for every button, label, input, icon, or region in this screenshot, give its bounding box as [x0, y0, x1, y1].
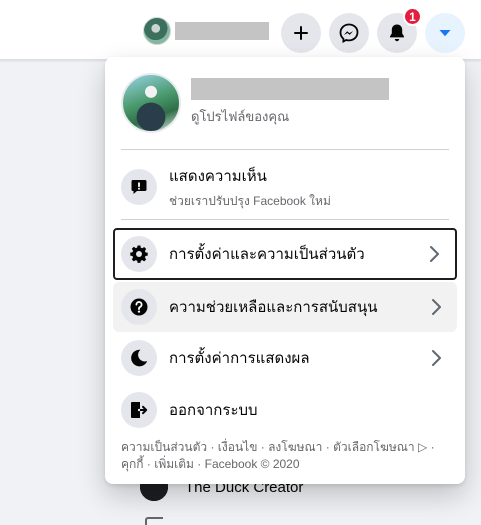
bell-icon	[390, 24, 404, 42]
logout-item[interactable]: ออกจากระบบ	[113, 385, 457, 435]
help-support-label: ความช่วยเหลือและการสนับสนุน	[169, 299, 378, 316]
create-button[interactable]	[281, 13, 321, 53]
chevron-right-icon	[427, 348, 447, 368]
avatar	[121, 73, 181, 133]
display-settings-label: การตั้งค่าการแสดงผล	[169, 350, 310, 367]
messenger-button[interactable]	[329, 13, 369, 53]
footer-line-1[interactable]: ความเป็นส่วนตัว · เงื่อนไข · ลงโฆษณา · ต…	[121, 439, 451, 456]
logout-icon-circle	[121, 392, 157, 428]
messenger-icon	[339, 23, 359, 43]
chevron-right-icon	[425, 244, 445, 264]
chevron-right-icon	[427, 297, 447, 317]
notification-badge: 1	[403, 7, 422, 26]
question-icon-circle	[121, 289, 157, 325]
settings-privacy-item[interactable]: การตั้งค่าและความเป็นส่วนตัว	[113, 228, 457, 280]
top-navigation-bar: 1	[0, 0, 481, 60]
gear-icon	[130, 245, 148, 263]
footer-links[interactable]: ความเป็นส่วนตัว · เงื่อนไข · ลงโฆษณา · ต…	[121, 439, 451, 473]
feedback-subtitle: ช่วยเราปรับปรุง Facebook ใหม่	[169, 193, 331, 208]
footer-line-2[interactable]: คุกกี้ · เพิ่มเติม · Facebook © 2020	[121, 456, 451, 473]
gear-icon-circle	[121, 236, 157, 272]
moon-icon-circle	[121, 340, 157, 376]
divider	[121, 219, 449, 220]
plus-icon	[294, 26, 308, 40]
question-icon	[130, 298, 148, 316]
settings-privacy-label: การตั้งค่าและความเป็นส่วนตัว	[169, 246, 365, 263]
avatar	[143, 17, 171, 45]
divider	[121, 149, 449, 150]
give-feedback-item[interactable]: แสดงความเห็น ช่วยเราปรับปรุง Facebook ให…	[113, 157, 457, 217]
profile-shortcut[interactable]	[143, 14, 269, 48]
redacted-user-name	[175, 22, 269, 40]
display-settings-item[interactable]: การตั้งค่าการแสดงผล	[113, 333, 457, 383]
see-profile-label: ดูโปรไฟล์ของคุณ	[191, 108, 290, 124]
help-support-item[interactable]: ความช่วยเหลือและการสนับสนุน	[113, 282, 457, 332]
caret-down-icon	[439, 30, 451, 37]
see-profile-link[interactable]: ดูโปรไฟล์ของคุณ	[113, 65, 457, 141]
redacted-profile-name	[191, 77, 389, 100]
feedback-icon	[131, 180, 147, 194]
account-dropdown-menu: ดูโปรไฟล์ของคุณ แสดงความเห็น ช่วยเราปรับ…	[105, 57, 465, 484]
moon-icon	[131, 349, 148, 367]
logout-icon	[131, 402, 148, 418]
feedback-title: แสดงความเห็น	[169, 167, 267, 185]
feedback-icon-circle	[121, 169, 157, 205]
logout-label: ออกจากระบบ	[169, 402, 258, 419]
account-menu-button[interactable]	[425, 13, 465, 53]
partial-icon	[145, 517, 163, 525]
notifications-button[interactable]: 1	[377, 7, 422, 53]
